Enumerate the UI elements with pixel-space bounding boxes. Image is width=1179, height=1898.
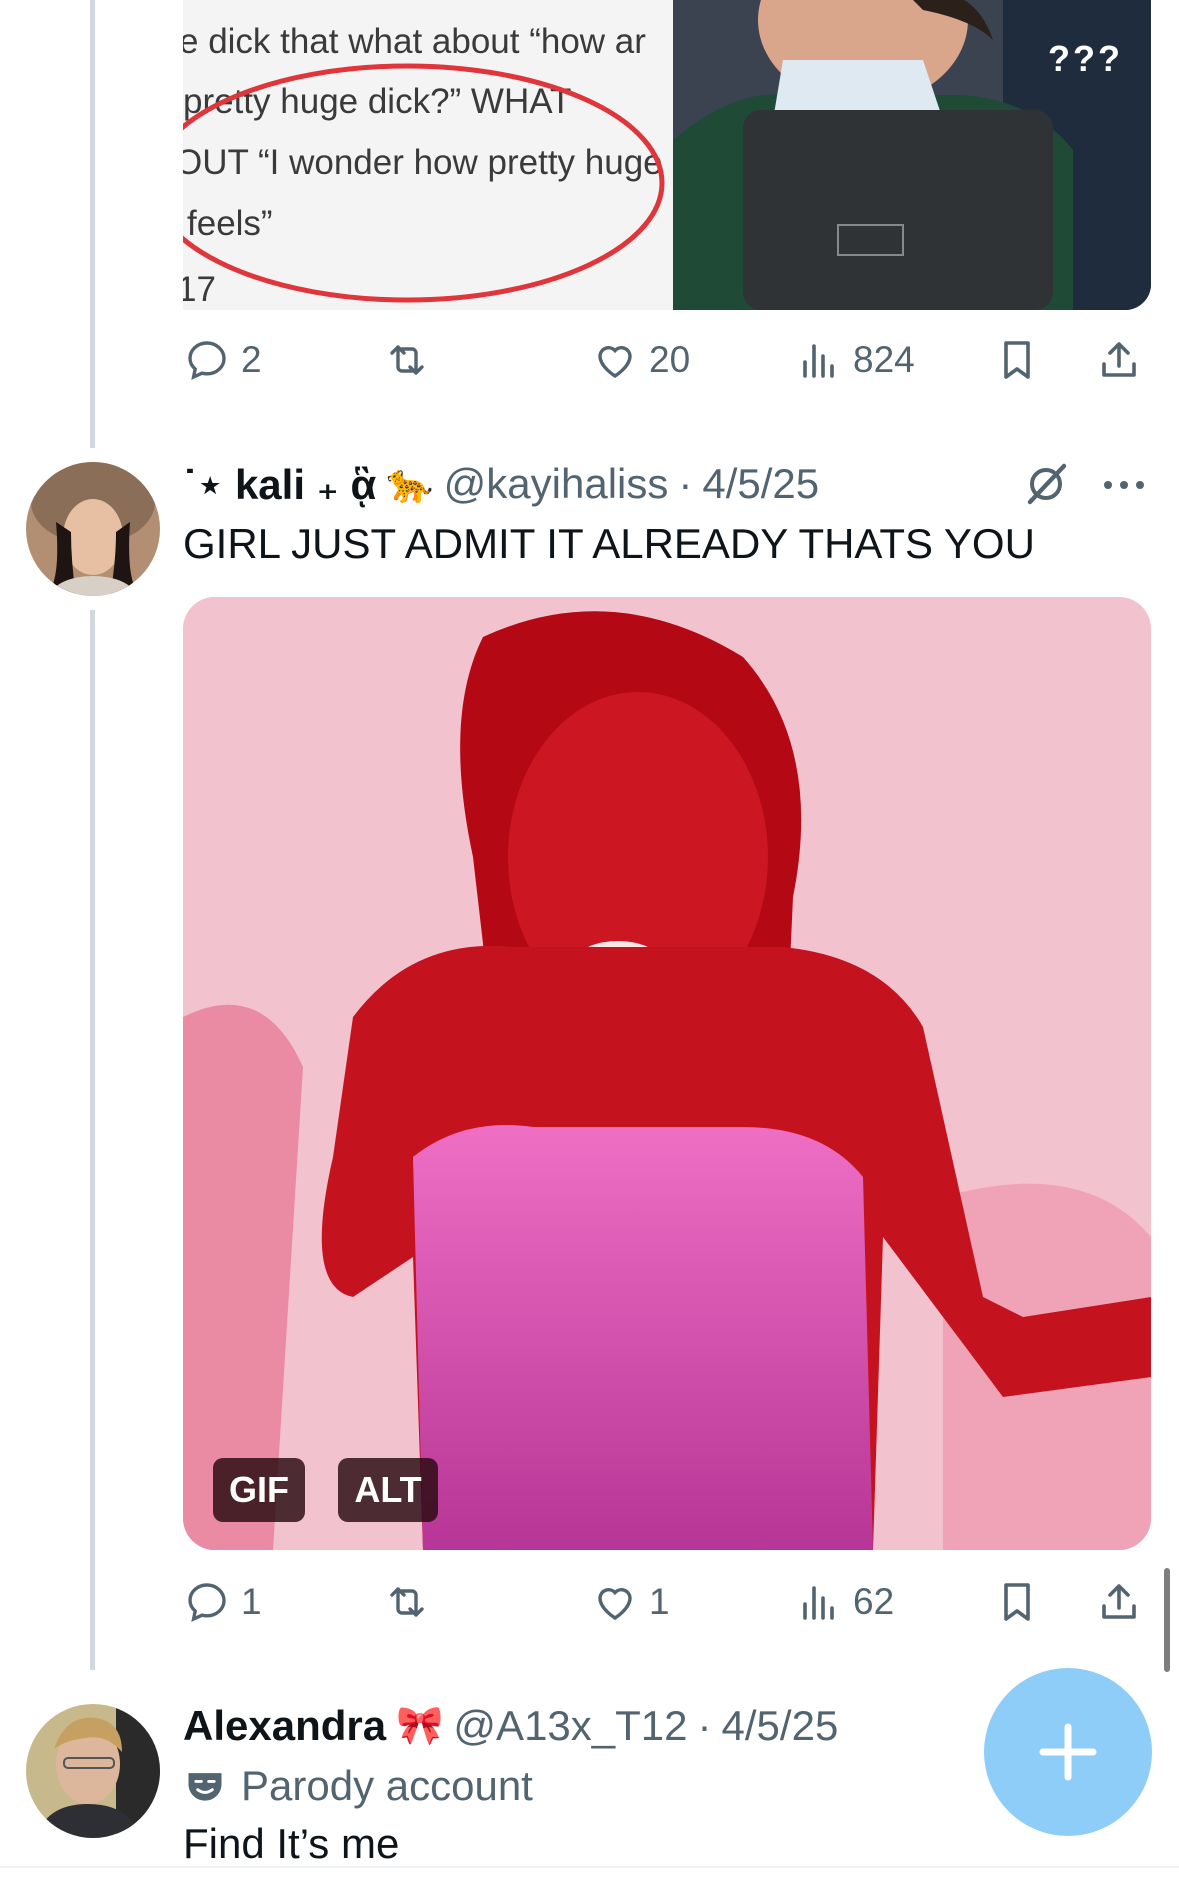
avatar[interactable] xyxy=(26,462,160,596)
bookmark-icon xyxy=(1004,1583,1030,1621)
reply-count: 2 xyxy=(241,339,262,380)
compose-icon xyxy=(1039,1723,1097,1781)
like-button[interactable]: 1 xyxy=(591,1572,670,1632)
bookmark-button[interactable] xyxy=(993,1572,1041,1632)
post-text: Find It’s me xyxy=(183,1820,400,1867)
grok-icon[interactable] xyxy=(1022,460,1070,508)
leopard-emoji: 🐆 xyxy=(386,463,434,505)
post-action-bar: 1 1 62 xyxy=(183,1572,1151,1632)
display-name[interactable]: Alexandra xyxy=(183,1702,386,1750)
avatar-image xyxy=(26,1704,160,1838)
reply-count: 1 xyxy=(241,1581,262,1622)
repost-button[interactable] xyxy=(383,1572,441,1632)
parody-label: Parody account xyxy=(183,1758,533,1814)
more-icon[interactable] xyxy=(1102,470,1146,500)
post-text: GIRL JUST ADMIT IT ALREADY THATS YOU xyxy=(183,520,1035,567)
repost-icon xyxy=(390,1587,424,1617)
display-name[interactable]: ˙⋆ kali ₊ ᾃ xyxy=(183,460,376,509)
like-button[interactable]: 20 xyxy=(591,330,690,390)
thread-line-top xyxy=(90,0,95,448)
ribbon-emoji: 🎀 xyxy=(396,1705,444,1747)
views-button[interactable]: 824 xyxy=(795,330,915,390)
reply-button[interactable]: 2 xyxy=(183,330,262,390)
like-icon xyxy=(598,346,632,378)
views-count: 824 xyxy=(853,339,915,380)
separator-dot: · xyxy=(697,1702,712,1749)
share-icon xyxy=(1102,342,1136,377)
thread-line-middle xyxy=(90,610,95,1670)
alt-text-button[interactable]: ALT xyxy=(338,1458,438,1522)
quoted-photo[interactable]: ??? xyxy=(673,0,1151,310)
like-icon xyxy=(598,1588,632,1620)
post-date[interactable]: 4/5/25 xyxy=(702,460,819,508)
separator-dot: · xyxy=(678,460,693,507)
quote-text-line: e dick that what about “how ar xyxy=(183,22,646,61)
repost-button[interactable] xyxy=(383,330,441,390)
post-date[interactable]: 4/5/25 xyxy=(722,1702,839,1750)
reply-button[interactable]: 1 xyxy=(183,1572,262,1632)
views-count: 62 xyxy=(853,1581,895,1622)
avatar-image xyxy=(26,462,160,596)
gif-frame xyxy=(183,597,1151,1550)
reply-icon xyxy=(188,341,226,380)
bottom-nav-divider xyxy=(0,1866,1179,1898)
photo-overlay-text: ??? xyxy=(1048,38,1123,79)
share-button[interactable] xyxy=(1095,330,1143,390)
bookmark-icon xyxy=(1004,341,1030,379)
post-gif-media[interactable] xyxy=(183,597,1151,1550)
post-header: ˙⋆ kali ₊ ᾃ 🐆 @kayihaliss · 4/5/25 xyxy=(183,456,819,512)
post-action-bar: 2 20 824 xyxy=(183,330,1151,390)
parody-account-text: Parody account xyxy=(241,1762,533,1809)
red-annotation-circle xyxy=(183,63,665,303)
reply-icon xyxy=(188,1583,226,1622)
repost-icon xyxy=(390,345,424,375)
views-icon xyxy=(803,344,834,378)
like-count: 1 xyxy=(649,1581,670,1622)
share-button[interactable] xyxy=(1095,1572,1143,1632)
gif-badge: GIF xyxy=(213,1458,305,1522)
user-handle[interactable]: @kayihaliss xyxy=(444,460,669,508)
scrollbar[interactable] xyxy=(1164,1568,1170,1672)
parody-mask-icon xyxy=(188,1773,222,1801)
bookmark-button[interactable] xyxy=(993,330,1041,390)
avatar[interactable] xyxy=(26,1704,160,1838)
quoted-screenshot-image[interactable]: e dick that what about “how ar pretty hu… xyxy=(183,0,673,310)
like-count: 20 xyxy=(649,339,691,380)
post-header: Alexandra 🎀 @A13x_T12 · 4/5/25 xyxy=(183,1698,838,1754)
user-handle[interactable]: @A13x_T12 xyxy=(453,1702,687,1750)
share-icon xyxy=(1102,1584,1136,1619)
views-button[interactable]: 62 xyxy=(795,1572,894,1632)
compose-button[interactable] xyxy=(984,1668,1152,1836)
views-icon xyxy=(803,1586,834,1620)
